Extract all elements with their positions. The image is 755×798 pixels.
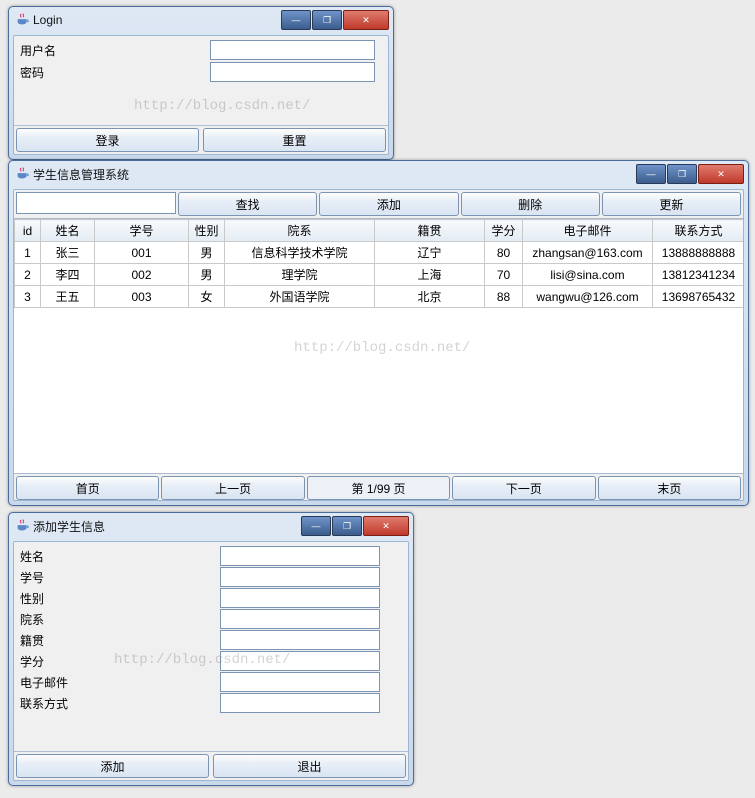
cell-id: 2 [15, 264, 41, 286]
col-gender[interactable]: 性别 [189, 220, 225, 242]
add-button[interactable]: 添加 [319, 192, 458, 216]
cell-name: 张三 [41, 242, 95, 264]
cell-hometown: 上海 [375, 264, 485, 286]
cell-email: wangwu@126.com [523, 286, 653, 308]
sno-input[interactable] [220, 567, 380, 587]
cell-credit: 88 [485, 286, 523, 308]
login-button[interactable]: 登录 [16, 128, 199, 152]
watermark: http://blog.csdn.net/ [294, 340, 470, 356]
cell-dept: 外国语学院 [225, 286, 375, 308]
sno-label: 学号 [20, 569, 220, 586]
col-sno[interactable]: 学号 [95, 220, 189, 242]
cell-id: 3 [15, 286, 41, 308]
cell-dept: 信息科学技术学院 [225, 242, 375, 264]
phone-input[interactable] [220, 693, 380, 713]
cell-id: 1 [15, 242, 41, 264]
java-icon [15, 167, 29, 181]
reset-button[interactable]: 重置 [203, 128, 386, 152]
add-confirm-button[interactable]: 添加 [16, 754, 209, 778]
table-row[interactable]: 3王五003女外国语学院北京88wangwu@126.com1369876543… [15, 286, 744, 308]
col-id[interactable]: id [15, 220, 41, 242]
cell-credit: 80 [485, 242, 523, 264]
email-input[interactable] [220, 672, 380, 692]
cell-gender: 女 [189, 286, 225, 308]
table-row[interactable]: 1张三001男信息科学技术学院辽宁80zhangsan@163.com13888… [15, 242, 744, 264]
cell-phone: 13812341234 [653, 264, 744, 286]
window-title: 学生信息管理系统 [33, 166, 635, 183]
name-input[interactable] [220, 546, 380, 566]
credit-input[interactable] [220, 651, 380, 671]
cell-hometown: 北京 [375, 286, 485, 308]
col-hometown[interactable]: 籍贯 [375, 220, 485, 242]
cell-hometown: 辽宁 [375, 242, 485, 264]
close-button[interactable]: ✕ [363, 516, 409, 536]
search-input[interactable] [16, 192, 176, 214]
col-dept[interactable]: 院系 [225, 220, 375, 242]
col-email[interactable]: 电子邮件 [523, 220, 653, 242]
cell-name: 李四 [41, 264, 95, 286]
gender-label: 性别 [20, 590, 220, 607]
close-button[interactable]: ✕ [343, 10, 389, 30]
cell-gender: 男 [189, 242, 225, 264]
cell-credit: 70 [485, 264, 523, 286]
credit-label: 学分 [20, 653, 220, 670]
col-credit[interactable]: 学分 [485, 220, 523, 242]
minimize-button[interactable]: — [301, 516, 331, 536]
prev-page-button[interactable]: 上一页 [161, 476, 304, 500]
titlebar[interactable]: Login — ❐ ✕ [9, 7, 393, 31]
search-button[interactable]: 查找 [178, 192, 317, 216]
next-page-button[interactable]: 下一页 [452, 476, 595, 500]
delete-button[interactable]: 删除 [461, 192, 600, 216]
gender-input[interactable] [220, 588, 380, 608]
maximize-button[interactable]: ❐ [332, 516, 362, 536]
cell-email: zhangsan@163.com [523, 242, 653, 264]
student-table[interactable]: id 姓名 学号 性别 院系 籍贯 学分 电子邮件 联系方式 1张三001男信息… [14, 219, 743, 473]
minimize-button[interactable]: — [636, 164, 666, 184]
cell-phone: 13888888888 [653, 242, 744, 264]
java-icon [15, 13, 29, 27]
java-icon [15, 519, 29, 533]
password-input[interactable] [210, 62, 375, 82]
cell-phone: 13698765432 [653, 286, 744, 308]
last-page-button[interactable]: 末页 [598, 476, 741, 500]
dept-input[interactable] [220, 609, 380, 629]
hometown-input[interactable] [220, 630, 380, 650]
email-label: 电子邮件 [20, 674, 220, 691]
close-button[interactable]: ✕ [698, 164, 744, 184]
maximize-button[interactable]: ❐ [312, 10, 342, 30]
watermark: http://blog.csdn.net/ [134, 98, 310, 114]
page-indicator: 第 1/99 页 [307, 476, 450, 500]
window-title: 添加学生信息 [33, 518, 300, 535]
cell-email: lisi@sina.com [523, 264, 653, 286]
cell-name: 王五 [41, 286, 95, 308]
name-label: 姓名 [20, 548, 220, 565]
username-input[interactable] [210, 40, 375, 60]
dept-label: 院系 [20, 611, 220, 628]
window-title: Login [33, 13, 280, 27]
minimize-button[interactable]: — [281, 10, 311, 30]
password-label: 密码 [20, 64, 210, 81]
table-row[interactable]: 2李四002男理学院上海70lisi@sina.com13812341234 [15, 264, 744, 286]
cell-sno: 001 [95, 242, 189, 264]
cell-sno: 003 [95, 286, 189, 308]
first-page-button[interactable]: 首页 [16, 476, 159, 500]
username-label: 用户名 [20, 42, 210, 59]
cell-sno: 002 [95, 264, 189, 286]
exit-button[interactable]: 退出 [213, 754, 406, 778]
login-window: Login — ❐ ✕ 用户名 密码 http://blog.csdn.net/… [8, 6, 394, 160]
add-student-window: 添加学生信息 — ❐ ✕ 姓名 学号 性别 院系 籍贯 学分 电子邮件 联系方式… [8, 512, 414, 786]
hometown-label: 籍贯 [20, 632, 220, 649]
main-window: 学生信息管理系统 — ❐ ✕ 查找 添加 删除 更新 id 姓名 [8, 160, 749, 506]
titlebar[interactable]: 添加学生信息 — ❐ ✕ [9, 513, 413, 537]
maximize-button[interactable]: ❐ [667, 164, 697, 184]
phone-label: 联系方式 [20, 695, 220, 712]
col-name[interactable]: 姓名 [41, 220, 95, 242]
cell-dept: 理学院 [225, 264, 375, 286]
cell-gender: 男 [189, 264, 225, 286]
titlebar[interactable]: 学生信息管理系统 — ❐ ✕ [9, 161, 748, 185]
update-button[interactable]: 更新 [602, 192, 741, 216]
col-phone[interactable]: 联系方式 [653, 220, 744, 242]
